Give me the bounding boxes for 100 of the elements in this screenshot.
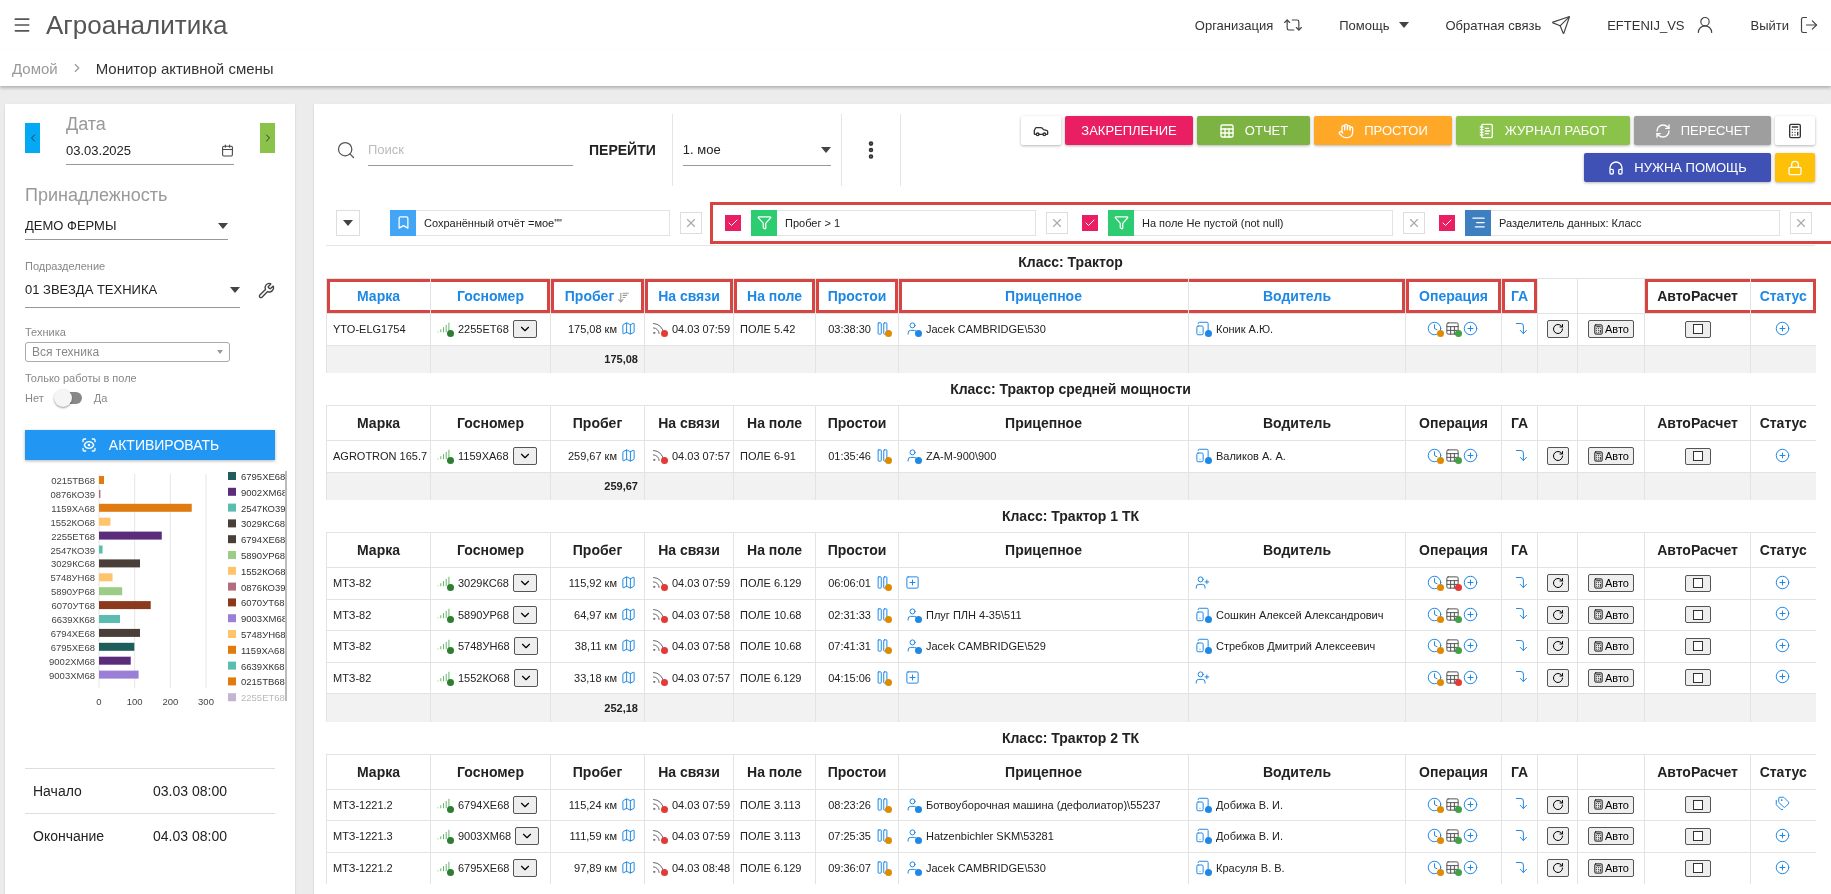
calculator-button[interactable] <box>1775 116 1815 145</box>
toggle-switch[interactable] <box>55 392 82 404</box>
refresh-button[interactable] <box>1546 574 1569 593</box>
column-header[interactable]: Водитель <box>1188 278 1406 314</box>
add-icon[interactable] <box>1463 860 1480 876</box>
phone-icon[interactable] <box>1195 828 1212 845</box>
checkbox[interactable] <box>1684 574 1711 592</box>
pause-icon[interactable] <box>875 448 892 465</box>
dropdown-button[interactable] <box>513 668 538 687</box>
dropdown-button[interactable] <box>513 859 538 877</box>
pause-icon[interactable] <box>875 669 892 686</box>
auto-button[interactable]: Авто <box>1588 795 1634 814</box>
checkbox[interactable] <box>1684 827 1711 845</box>
add-icon[interactable] <box>1774 859 1792 876</box>
auto-button[interactable]: Авто <box>1588 637 1634 656</box>
add-icon[interactable] <box>1463 448 1480 465</box>
checkbox[interactable] <box>1684 447 1711 465</box>
column-header[interactable]: На связи <box>644 278 734 314</box>
table-icon[interactable] <box>1445 448 1462 465</box>
column-header[interactable]: Операция <box>1405 278 1502 314</box>
phone-icon[interactable] <box>1195 860 1212 876</box>
clock-icon[interactable] <box>1427 321 1444 338</box>
refresh-button[interactable] <box>1546 605 1569 624</box>
column-header[interactable]: Пробег <box>550 278 645 314</box>
table-icon[interactable] <box>1445 860 1462 876</box>
column-header[interactable]: На поле <box>733 278 816 314</box>
dropdown-button[interactable] <box>513 637 538 656</box>
auto-button[interactable]: Авто <box>1588 574 1634 593</box>
map-icon[interactable] <box>621 669 638 686</box>
division-select[interactable]: 01 ЗВЕЗДА ТЕХНИКА <box>25 272 240 308</box>
clock-icon[interactable] <box>1427 796 1444 813</box>
pause-icon[interactable] <box>875 796 892 813</box>
table-icon[interactable] <box>1445 638 1462 655</box>
date-field[interactable]: 03.03.2025 <box>66 137 234 165</box>
add-icon[interactable] <box>1774 606 1792 623</box>
refresh-button[interactable] <box>1546 637 1569 656</box>
checkbox[interactable] <box>1684 320 1711 338</box>
phone-icon[interactable] <box>1195 321 1212 338</box>
close-button[interactable] <box>1046 211 1068 234</box>
checkbox[interactable] <box>1684 637 1711 655</box>
checkbox[interactable] <box>1684 796 1711 814</box>
user-icon[interactable] <box>905 796 922 813</box>
vehicle-select[interactable]: Вся техника <box>25 342 230 362</box>
go-button[interactable]: ПЕРЕЙТИ <box>583 141 662 159</box>
pause-icon[interactable] <box>875 638 892 655</box>
user-icon[interactable] <box>905 448 922 465</box>
add-icon[interactable] <box>1463 575 1480 592</box>
column-header[interactable]: Прицепное <box>898 278 1189 314</box>
nav-link[interactable]: Обратная связь <box>1445 15 1572 35</box>
dropdown-button[interactable] <box>515 827 540 846</box>
breadcrumb-link[interactable]: Монитор активной смены <box>95 59 274 77</box>
dropdown-button[interactable] <box>512 447 537 466</box>
pause-icon[interactable] <box>875 606 892 623</box>
table-icon[interactable] <box>1445 575 1462 592</box>
add-icon[interactable] <box>1463 796 1480 813</box>
table-icon[interactable] <box>1445 828 1462 845</box>
user-icon[interactable] <box>905 860 922 876</box>
sort-icon[interactable] <box>617 290 631 304</box>
checkbox[interactable] <box>1082 214 1098 231</box>
dropdown-button[interactable] <box>513 605 538 624</box>
add-icon[interactable] <box>1774 669 1792 686</box>
clock-icon[interactable] <box>1427 575 1444 592</box>
map-icon[interactable] <box>621 575 638 592</box>
action-button[interactable]: НУЖНА ПОМОЩЬ <box>1584 153 1771 182</box>
add-icon[interactable] <box>905 575 922 592</box>
phone-icon[interactable] <box>1195 606 1212 623</box>
checkbox[interactable] <box>725 214 741 231</box>
phone-icon[interactable] <box>1195 638 1212 655</box>
close-button[interactable] <box>1790 211 1812 234</box>
nav-link[interactable]: Выйти <box>1750 15 1819 35</box>
dropdown-button[interactable] <box>513 795 538 814</box>
add-icon[interactable] <box>905 669 922 686</box>
add-icon[interactable] <box>1774 320 1792 337</box>
previous-button[interactable] <box>25 123 40 153</box>
table-icon[interactable] <box>1445 796 1462 813</box>
map-icon[interactable] <box>621 796 638 813</box>
refresh-button[interactable] <box>1546 827 1569 846</box>
auto-button[interactable]: Авто <box>1588 320 1634 339</box>
table-icon[interactable] <box>1445 606 1462 623</box>
tags-icon[interactable] <box>1774 796 1792 813</box>
refresh-button[interactable] <box>1546 447 1569 466</box>
pause-icon[interactable] <box>875 828 892 845</box>
dropdown-button[interactable] <box>512 320 537 339</box>
add-icon[interactable] <box>1774 637 1792 654</box>
add-icon[interactable] <box>1463 638 1480 655</box>
map-icon[interactable] <box>621 321 638 338</box>
map-icon[interactable] <box>621 638 638 655</box>
map-icon[interactable] <box>621 860 638 876</box>
user-icon[interactable] <box>905 638 922 655</box>
preset-select[interactable]: 1. мое <box>682 134 831 166</box>
add-icon[interactable] <box>1774 447 1792 464</box>
dropdown-button[interactable] <box>512 574 537 593</box>
auto-button[interactable]: Авто <box>1588 827 1634 846</box>
user-icon[interactable] <box>905 828 922 845</box>
add-icon[interactable] <box>1463 321 1480 338</box>
checkbox[interactable] <box>1684 606 1711 624</box>
map-icon[interactable] <box>621 606 638 623</box>
auto-button[interactable]: Авто <box>1588 605 1634 624</box>
add-icon[interactable] <box>1774 574 1792 591</box>
add-user-icon[interactable] <box>1195 669 1212 686</box>
